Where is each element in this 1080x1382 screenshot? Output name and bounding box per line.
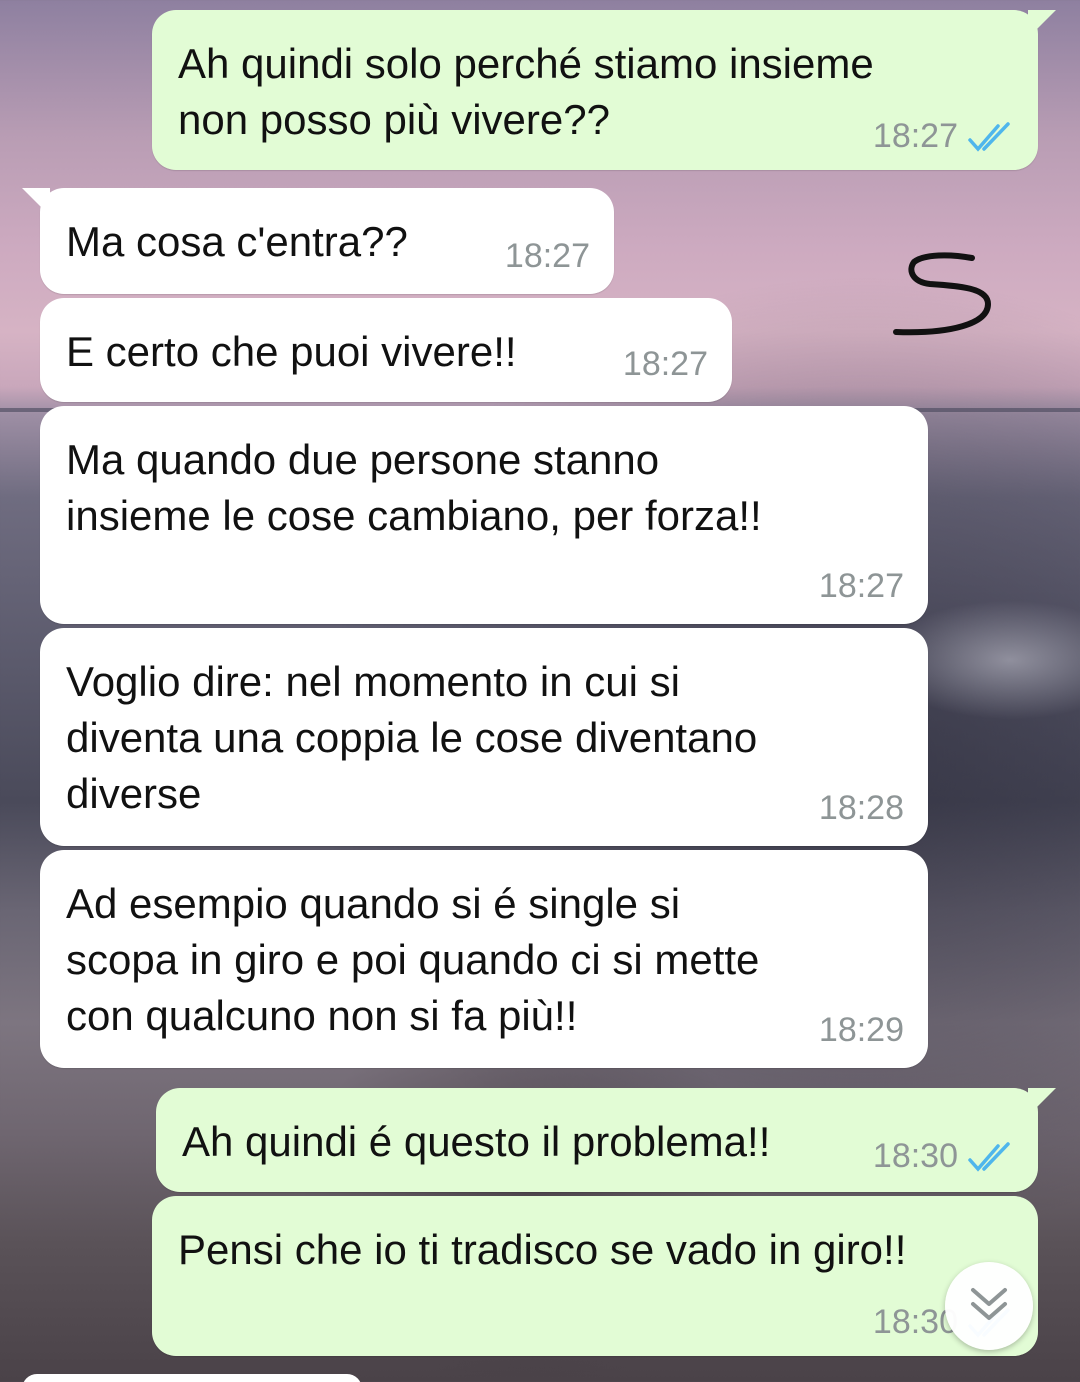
handwritten-mark [890,248,1000,353]
message-bubble-outgoing[interactable]: Ah quindi solo perché stiamo insieme non… [152,10,1056,170]
message-bubble-partial [22,1374,362,1382]
message-text: Pensi che io ti tradisco se vado in giro… [178,1226,907,1273]
message-text: Ad esempio quando si é single si scopa i… [66,880,760,1039]
message-bubble-incoming[interactable]: Ma quando due persone stanno insieme le … [40,406,928,624]
message-bubble-incoming[interactable]: Ma cosa c'entra?? 18:27 [22,188,614,294]
message-meta: 18:29 [819,1011,904,1050]
message-bubble-outgoing[interactable]: Ah quindi é questo il problema!! 18:30 [156,1088,1056,1192]
double-check-icon [968,1141,1014,1172]
message-time: 18:29 [818,1011,904,1049]
message-meta: 18:27 [819,567,904,606]
message-text: Ah quindi é questo il problema!! [182,1118,771,1165]
message-text: Ah quindi solo perché stiamo insieme non… [178,40,874,143]
double-check-icon [968,121,1014,152]
message-meta: 18:27 [505,237,590,276]
message-bubble-incoming[interactable]: E certo che puoi vivere!! 18:27 [40,298,732,402]
message-meta: 18:28 [819,789,904,828]
message-meta: 18:30 [873,1137,1014,1176]
message-text: Ma quando due persone stanno insieme le … [66,436,762,539]
message-time: 18:27 [504,237,590,275]
message-text: Ma cosa c'entra?? [66,218,408,265]
message-time: 18:27 [818,567,904,605]
message-meta: 18:27 [873,117,1014,156]
message-bubble-incoming[interactable]: Voglio dire: nel momento in cui si diven… [40,628,928,846]
message-time: 18:30 [872,1137,958,1175]
message-text: Voglio dire: nel momento in cui si diven… [66,658,758,817]
message-time: 18:28 [818,789,904,827]
scroll-to-bottom-button[interactable] [945,1262,1033,1350]
double-chevron-down-icon [967,1284,1011,1329]
message-time: 18:27 [872,117,958,155]
message-bubble-outgoing[interactable]: Pensi che io ti tradisco se vado in giro… [152,1196,1038,1356]
message-meta: 18:27 [623,345,708,384]
message-time: 18:27 [622,345,708,383]
message-text: E certo che puoi vivere!! [66,328,517,375]
message-bubble-incoming[interactable]: Ad esempio quando si é single si scopa i… [40,850,928,1068]
